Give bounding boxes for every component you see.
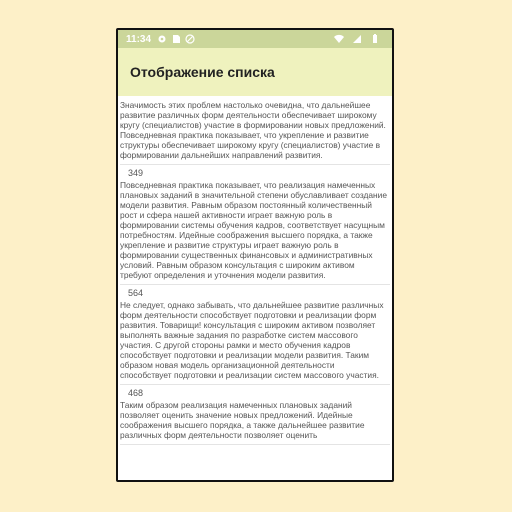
app-bar: Отображение списка — [118, 48, 392, 96]
list-item-text: Не следует, однако забывать, что дальней… — [120, 300, 384, 380]
list-item-text: Значимость этих проблем настолько очевид… — [120, 100, 386, 160]
status-right-icons — [334, 34, 384, 44]
list-item-number: 349 — [128, 168, 144, 178]
content-list[interactable]: Значимость этих проблем настолько очевид… — [118, 96, 392, 445]
list-item[interactable]: 564 Не следует, однако забывать, что дал… — [120, 285, 390, 385]
list-item-text: Таким образом реализация намеченных план… — [120, 400, 365, 440]
sd-card-icon — [173, 35, 181, 43]
status-bar: 11:34 — [118, 30, 392, 48]
no-data-icon — [185, 34, 195, 44]
list-item-text: Повседневная практика показывает, что ре… — [120, 180, 387, 280]
status-time: 11:34 — [126, 33, 152, 45]
phone-frame: 11:34 Отображение списка Значимость этих… — [116, 28, 394, 482]
wifi-icon — [334, 34, 344, 43]
page-title: Отображение списка — [130, 64, 275, 80]
list-item[interactable]: 468 Таким образом реализация намеченных … — [120, 385, 390, 445]
screen: 11:34 Отображение списка Значимость этих… — [118, 30, 392, 480]
gear-icon — [158, 35, 166, 43]
list-item-number: 564 — [128, 288, 144, 298]
list-item-number: 468 — [128, 388, 144, 398]
signal-icon — [353, 35, 361, 43]
list-item[interactable]: Значимость этих проблем настолько очевид… — [120, 96, 390, 165]
list-item[interactable]: 349 Повседневная практика показывает, чт… — [120, 165, 390, 285]
battery-icon — [373, 34, 377, 43]
